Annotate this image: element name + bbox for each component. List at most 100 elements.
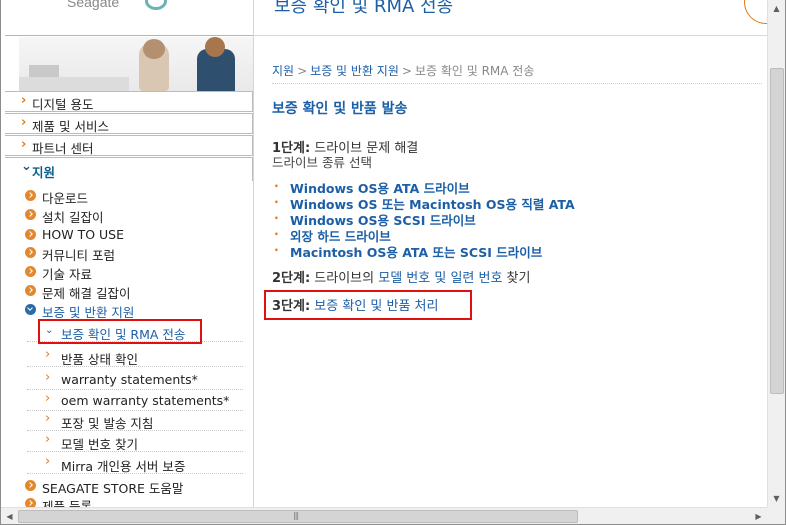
arrow-circle-icon xyxy=(25,480,36,491)
sidebar-item-label: 설치 길잡이 xyxy=(42,210,104,225)
breadcrumb-link-warranty-returns[interactable]: 보증 및 반환 지원 xyxy=(310,64,399,78)
drive-link-sata[interactable]: · Windows OS 또는 Macintosh OS용 직렬 ATA xyxy=(272,194,575,212)
highlight-box-current-item xyxy=(38,319,202,344)
horizontal-scrollbar[interactable]: ◀ ||| ▶ xyxy=(1,507,767,524)
left-sidebar: Seagate › 디지털 용도 › 제품 및 서비스 › 파트너 센터 ⌄ 지… xyxy=(5,0,253,507)
drive-type-list: · Windows OS용 ATA 드라이브 · Windows OS 또는 Mac… xyxy=(272,178,575,260)
chevron-right-icon: › xyxy=(21,115,27,130)
scroll-right-arrow-icon[interactable]: ▶ xyxy=(750,508,767,524)
bullet-icon: · xyxy=(274,194,279,209)
breadcrumb-separator: > xyxy=(297,64,308,78)
step-2-heading: 2단계: 드라이브의 모델 번호 및 일련 번호 찾기 xyxy=(272,267,530,286)
sidebar-item-warranty-returns[interactable]: 보증 및 반환 지원 xyxy=(25,300,253,320)
step-2-pre: 드라이브의 xyxy=(310,271,379,286)
sidebar-subitem-label: warranty statements* xyxy=(61,372,198,387)
model-serial-number-link[interactable]: 모델 번호 및 일련 번호 xyxy=(378,271,502,286)
sidebar-item-product-registration[interactable]: 제품 등록 xyxy=(25,494,253,507)
bullet-icon: · xyxy=(274,226,279,241)
arrow-circle-icon xyxy=(25,247,36,258)
highlight-box-step-3 xyxy=(264,290,472,320)
scroll-grip-icon: ||| xyxy=(293,511,299,520)
header-circle-decoration xyxy=(744,0,767,24)
chevron-right-icon: › xyxy=(21,137,27,152)
sidebar-tab-label: 지원 xyxy=(32,165,56,180)
step-2-prefix: 2단계: xyxy=(272,271,311,286)
arrow-down-circle-icon xyxy=(25,304,36,315)
bullet-icon: · xyxy=(274,210,279,225)
sidebar-subitem-label: 반품 상태 확인 xyxy=(61,352,138,367)
sidebar-item-tech-docs[interactable]: 기술 자료 xyxy=(25,262,253,282)
support-banner-image xyxy=(19,37,253,91)
sidebar-item-label: HOW TO USE xyxy=(42,227,125,242)
sidebar-subitem-label: Mirra 개인용 서버 보증 xyxy=(61,459,186,474)
chevron-right-icon: › xyxy=(45,454,51,469)
sidebar-subitem-mirra-warranty[interactable]: › Mirra 개인용 서버 보증 xyxy=(27,453,243,474)
sidebar-item-how-to-use[interactable]: HOW TO USE xyxy=(25,225,253,245)
chevron-right-icon: › xyxy=(45,391,51,406)
sidebar-tab-partner-center[interactable]: › 파트너 센터 xyxy=(5,135,253,156)
arrow-circle-icon xyxy=(25,285,36,296)
breadcrumb-current: 보증 확인 및 RMA 전송 xyxy=(414,64,535,78)
sidebar-tab-digital-use[interactable]: › 디지털 용도 xyxy=(5,91,253,112)
sidebar-item-label: 제품 등록 xyxy=(42,499,92,507)
sidebar-subitem-label: oem warranty statements* xyxy=(61,393,230,408)
step-1-subtext: 드라이브 종류 선택 xyxy=(272,155,372,170)
banner-person-man-head xyxy=(205,37,225,57)
vertical-scroll-thumb[interactable] xyxy=(770,68,784,394)
chevron-right-icon: › xyxy=(45,411,51,426)
chevron-right-icon: › xyxy=(21,93,27,108)
sidebar-subitem-label: 모델 번호 찾기 xyxy=(61,437,138,452)
seagate-logo-icon[interactable] xyxy=(145,0,167,10)
chevron-down-icon: ⌄ xyxy=(21,159,32,174)
sidebar-subitem-oem-warranty-statements[interactable]: › oem warranty statements* xyxy=(27,390,243,411)
chevron-right-icon: › xyxy=(45,432,51,447)
sidebar-item-troubleshooting[interactable]: 문제 해결 길잡이 xyxy=(25,281,253,301)
sidebar-subitem-label: 포장 및 발송 지침 xyxy=(61,416,154,431)
banner-person-woman-head xyxy=(143,39,165,59)
section-title: 보증 확인 및 반품 발송 xyxy=(272,101,408,117)
chevron-right-icon: › xyxy=(45,347,51,362)
sidebar-subitem-return-status[interactable]: › 반품 상태 확인 xyxy=(27,346,243,367)
bullet-icon: · xyxy=(274,242,279,257)
breadcrumb: 지원 > 보증 및 반환 지원 > 보증 확인 및 RMA 전송 xyxy=(272,62,534,79)
breadcrumb-link-support[interactable]: 지원 xyxy=(272,64,294,78)
sidebar-item-seagate-store-help[interactable]: SEAGATE STORE 도움말 xyxy=(25,476,253,496)
drive-link-windows-scsi[interactable]: · Windows OS용 SCSI 드라이브 xyxy=(272,210,575,228)
browser-viewport: Seagate › 디지털 용도 › 제품 및 서비스 › 파트너 센터 ⌄ 지… xyxy=(0,0,786,525)
scrollbar-corner xyxy=(767,507,785,524)
divider xyxy=(5,35,253,36)
bullet-icon: · xyxy=(274,178,279,193)
sidebar-tab-products-services[interactable]: › 제품 및 서비스 xyxy=(5,113,253,134)
sidebar-tab-support[interactable]: ⌄ 지원 xyxy=(5,157,253,181)
scroll-up-arrow-icon[interactable]: ▲ xyxy=(768,0,785,17)
divider xyxy=(272,83,762,84)
vertical-scrollbar[interactable]: ▲ ▼ xyxy=(767,0,785,507)
arrow-circle-icon xyxy=(25,190,36,201)
banner-desk xyxy=(19,77,129,91)
drive-link-label: Macintosh OS용 ATA 또는 SCSI 드라이브 xyxy=(290,245,543,260)
arrow-circle-icon xyxy=(25,229,36,240)
sidebar-subitem-packaging-shipping[interactable]: › 포장 및 발송 지침 xyxy=(27,410,243,431)
divider xyxy=(254,35,767,36)
seagate-logo-text[interactable]: Seagate xyxy=(67,0,119,10)
sidebar-tab-label: 디지털 용도 xyxy=(32,97,94,112)
step-2-post: 찾기 xyxy=(502,271,531,286)
sidebar-subitem-find-model-number[interactable]: › 모델 번호 찾기 xyxy=(27,431,243,452)
drive-link-external[interactable]: · 외장 하드 드라이브 xyxy=(272,226,575,244)
arrow-circle-icon xyxy=(25,498,36,507)
sidebar-subitem-warranty-statements[interactable]: › warranty statements* xyxy=(27,369,243,390)
drive-link-windows-ata[interactable]: · Windows OS용 ATA 드라이브 xyxy=(272,178,575,196)
chevron-right-icon: › xyxy=(45,370,51,385)
sidebar-item-install-guide[interactable]: 설치 길잡이 xyxy=(25,205,253,225)
scroll-left-arrow-icon[interactable]: ◀ xyxy=(1,508,18,524)
page-title: 보증 확인 및 RMA 전송 xyxy=(274,0,454,17)
logo-strip: Seagate xyxy=(5,0,253,12)
sidebar-tab-label: 파트너 센터 xyxy=(32,141,94,156)
sidebar-item-community-forum[interactable]: 커뮤니티 포럼 xyxy=(25,243,253,263)
drive-link-mac-ata-scsi[interactable]: · Macintosh OS용 ATA 또는 SCSI 드라이브 xyxy=(272,242,575,260)
sidebar-item-downloads[interactable]: 다운로드 xyxy=(25,186,253,206)
arrow-circle-icon xyxy=(25,266,36,277)
arrow-circle-icon xyxy=(25,209,36,220)
banner-object xyxy=(29,65,59,77)
scroll-down-arrow-icon[interactable]: ▼ xyxy=(768,490,785,507)
